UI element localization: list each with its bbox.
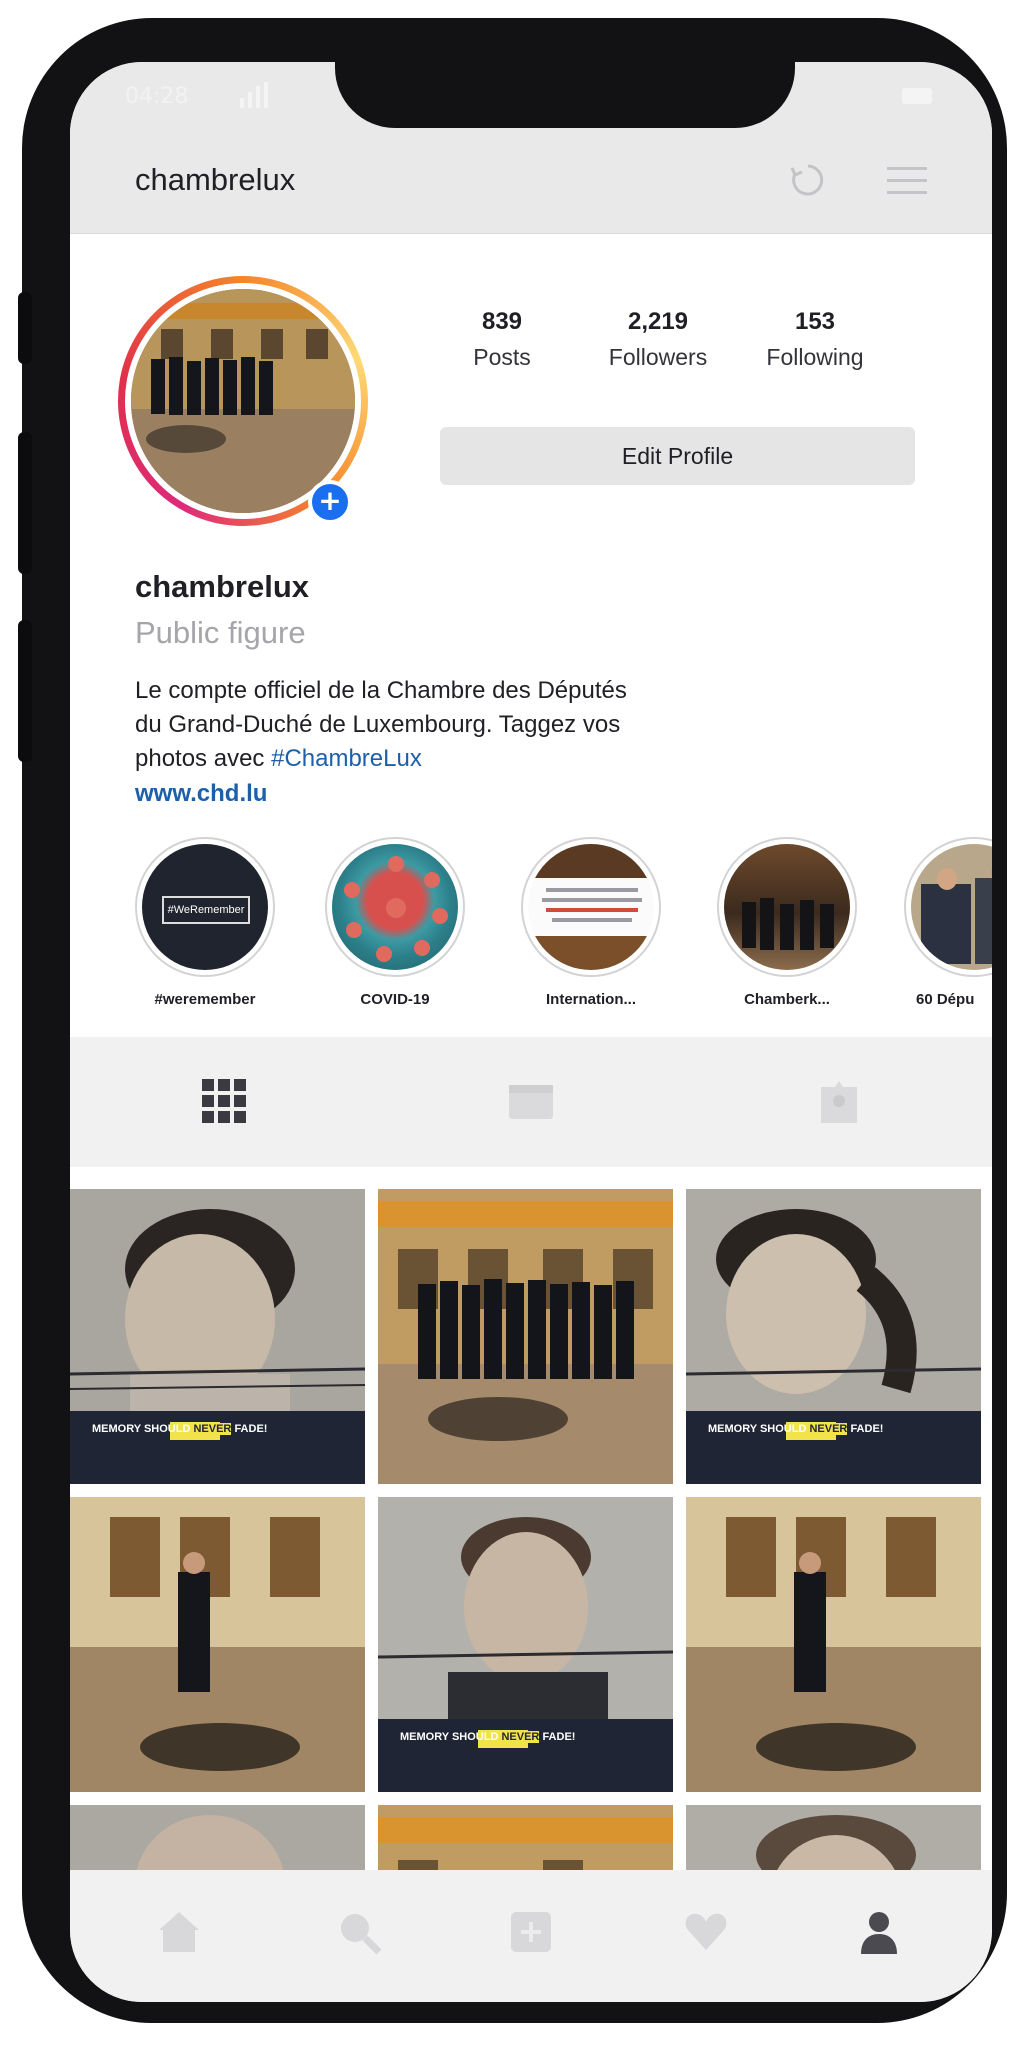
highlight-cover xyxy=(911,844,992,970)
side-button-volume-up xyxy=(18,432,32,574)
posts-count: 839 xyxy=(481,308,523,335)
phone-screen: 04:28 chambrelux + 839 Posts 2,219 Follo… xyxy=(70,62,992,2002)
poster-slogan: MEMORY SHOULD NEVER FADE! xyxy=(400,1731,576,1743)
signal-icon xyxy=(240,82,268,108)
bio-line-3: photos avec #ChambreLux xyxy=(135,745,422,773)
highlight-cover xyxy=(724,844,850,970)
home-icon[interactable] xyxy=(155,1908,203,1956)
stat-following[interactable]: 153 Following xyxy=(735,308,895,371)
add-story-button[interactable]: + xyxy=(308,480,352,524)
post-tile[interactable]: MEMORY SHOULD NEVER FADE! xyxy=(378,1497,673,1792)
post-tile[interactable] xyxy=(686,1497,981,1792)
battery-icon xyxy=(902,88,932,104)
highlight-badge-text: #WeRemember xyxy=(162,896,250,924)
highlight-cover: #WeRemember xyxy=(142,844,268,970)
post-tile[interactable] xyxy=(70,1497,365,1792)
post-tile[interactable]: MEMORY SHOULD NEVER FADE! xyxy=(70,1189,365,1484)
profile-tab-bar xyxy=(70,1037,992,1167)
highlight-covid[interactable]: COVID-19 xyxy=(320,837,470,1008)
profile-icon[interactable] xyxy=(855,1908,903,1956)
highlight-label: 60 Dépu xyxy=(916,991,975,1008)
followers-count: 2,219 xyxy=(627,308,689,335)
avatar-photo xyxy=(131,289,355,513)
bottom-navigation xyxy=(70,1870,992,2002)
posts-label: Posts xyxy=(473,344,531,370)
bio-line-2: du Grand-Duché de Luxembourg. Taggez vos xyxy=(135,711,621,738)
stat-followers[interactable]: 2,219 Followers xyxy=(578,308,738,371)
phone-notch xyxy=(335,62,795,128)
bio-hashtag[interactable]: #ChambreLux xyxy=(271,745,422,772)
highlight-cover xyxy=(528,844,654,970)
history-icon[interactable] xyxy=(788,160,828,200)
following-count: 153 xyxy=(794,308,836,335)
header-username: chambrelux xyxy=(135,162,296,197)
highlight-60-deputes[interactable]: 60 Dépu xyxy=(896,837,992,1008)
igtv-icon[interactable] xyxy=(507,1077,555,1125)
post-grid: MEMORY SHOULD NEVER FADE! MEMORY SHOULD … xyxy=(70,1189,992,2002)
poster-slogan: MEMORY SHOULD NEVER FADE! xyxy=(92,1423,268,1435)
heart-icon[interactable] xyxy=(682,1908,730,1956)
poster-slogan: MEMORY SHOULD NEVER FADE! xyxy=(708,1423,884,1435)
profile-category: Public figure xyxy=(135,615,306,650)
grid-icon[interactable] xyxy=(200,1077,248,1125)
edit-profile-button[interactable]: Edit Profile xyxy=(440,427,915,485)
bio-text: photos avec xyxy=(135,745,265,772)
menu-icon[interactable] xyxy=(885,164,929,198)
add-post-icon[interactable] xyxy=(507,1908,555,1956)
bio-line-1: Le compte officiel de la Chambre des Dép… xyxy=(135,677,627,704)
highlight-label: COVID-19 xyxy=(360,991,430,1008)
highlight-label: #weremember xyxy=(154,991,256,1008)
profile-website-link[interactable]: www.chd.lu xyxy=(135,780,267,808)
following-label: Following xyxy=(766,344,864,370)
side-button-silent xyxy=(18,292,32,364)
highlight-weremember[interactable]: #WeRemember #weremember xyxy=(130,837,280,1008)
highlight-label: Internation... xyxy=(546,991,636,1008)
profile-name: chambrelux xyxy=(135,569,310,604)
highlight-chamberk[interactable]: Chamberk... xyxy=(712,837,862,1008)
highlight-international[interactable]: Internation... xyxy=(516,837,666,1008)
followers-label: Followers xyxy=(608,344,708,370)
highlight-label: Chamberk... xyxy=(744,991,830,1008)
search-icon[interactable] xyxy=(335,1908,383,1956)
highlight-cover xyxy=(332,844,458,970)
post-tile[interactable]: MEMORY SHOULD NEVER FADE! xyxy=(686,1189,981,1484)
stat-posts[interactable]: 839 Posts xyxy=(422,308,582,371)
status-time: 04:28 xyxy=(125,84,189,109)
side-button-volume-down xyxy=(18,620,32,762)
post-tile[interactable] xyxy=(378,1189,673,1484)
tagged-icon[interactable] xyxy=(815,1077,863,1125)
